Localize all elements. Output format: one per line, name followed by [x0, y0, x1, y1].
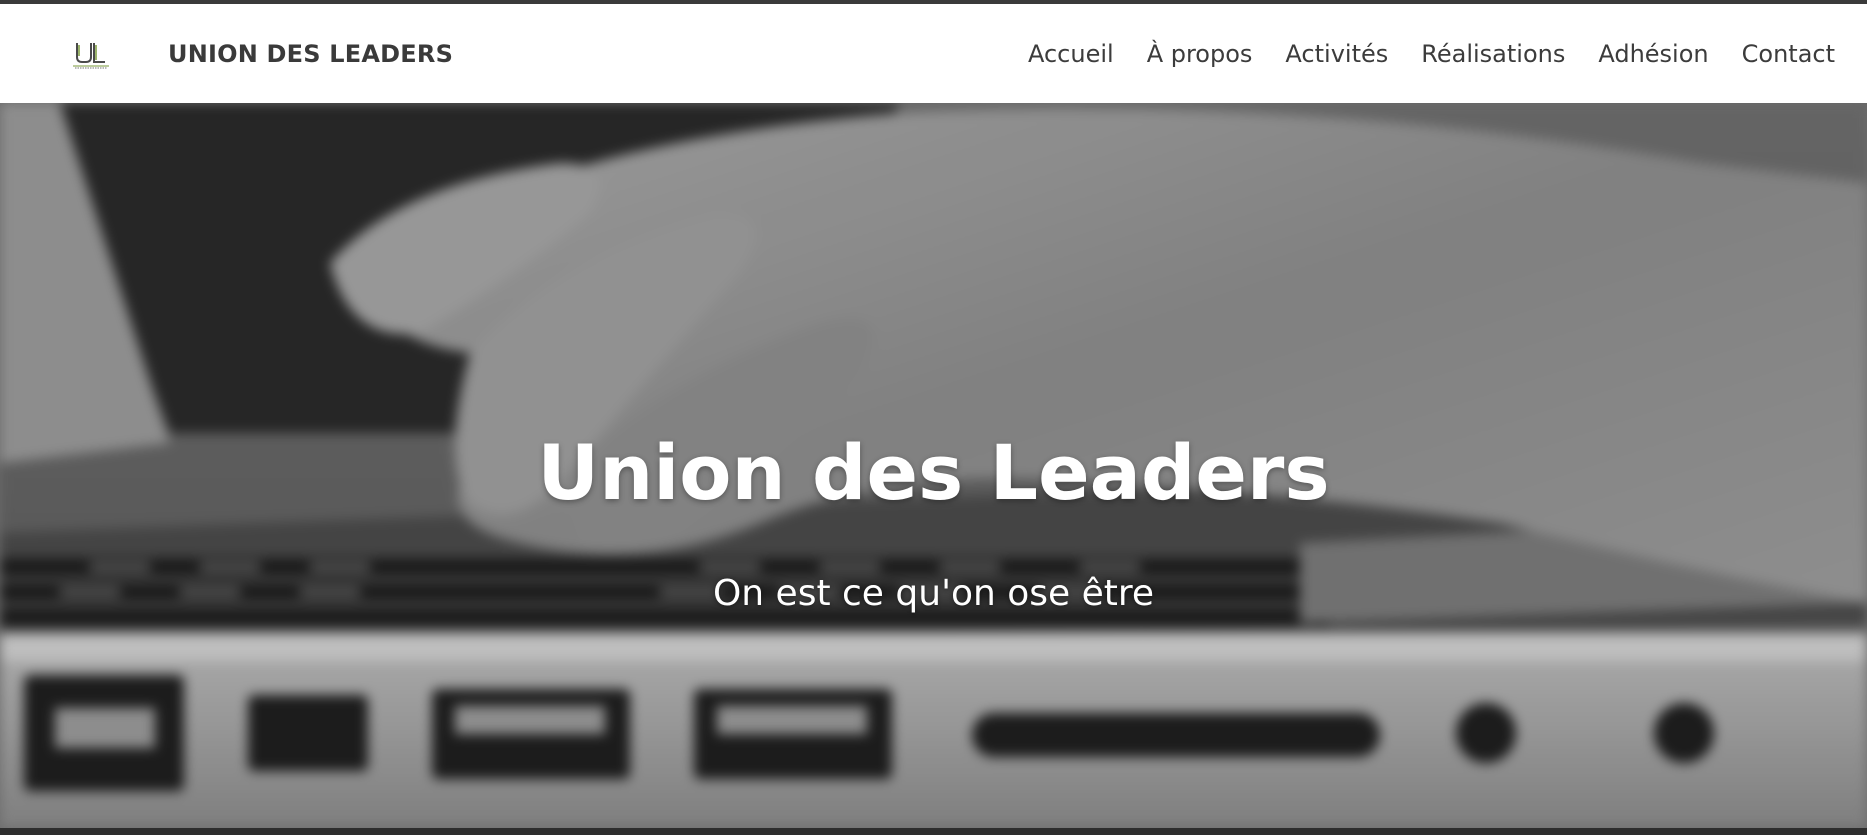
nav-a-propos[interactable]: À propos: [1147, 40, 1253, 68]
bottom-border: [0, 828, 1867, 835]
navbar: UNION DES LEADERS Accueil À propos Activ…: [0, 4, 1867, 103]
brand-name[interactable]: UNION DES LEADERS: [168, 40, 453, 68]
ul-logo-icon[interactable]: [71, 40, 111, 70]
hero-section: Union des Leaders On est ce qu'on ose êt…: [0, 103, 1867, 828]
nav-adhesion[interactable]: Adhésion: [1598, 40, 1708, 68]
nav-realisations[interactable]: Réalisations: [1421, 40, 1565, 68]
nav-accueil[interactable]: Accueil: [1028, 40, 1114, 68]
nav-activites[interactable]: Activités: [1285, 40, 1388, 68]
hero-subtitle: On est ce qu'on ose être: [712, 573, 1155, 614]
hero-title: Union des Leaders: [537, 428, 1330, 517]
nav-contact[interactable]: Contact: [1742, 40, 1835, 68]
main-nav: Accueil À propos Activités Réalisations …: [1028, 40, 1835, 68]
